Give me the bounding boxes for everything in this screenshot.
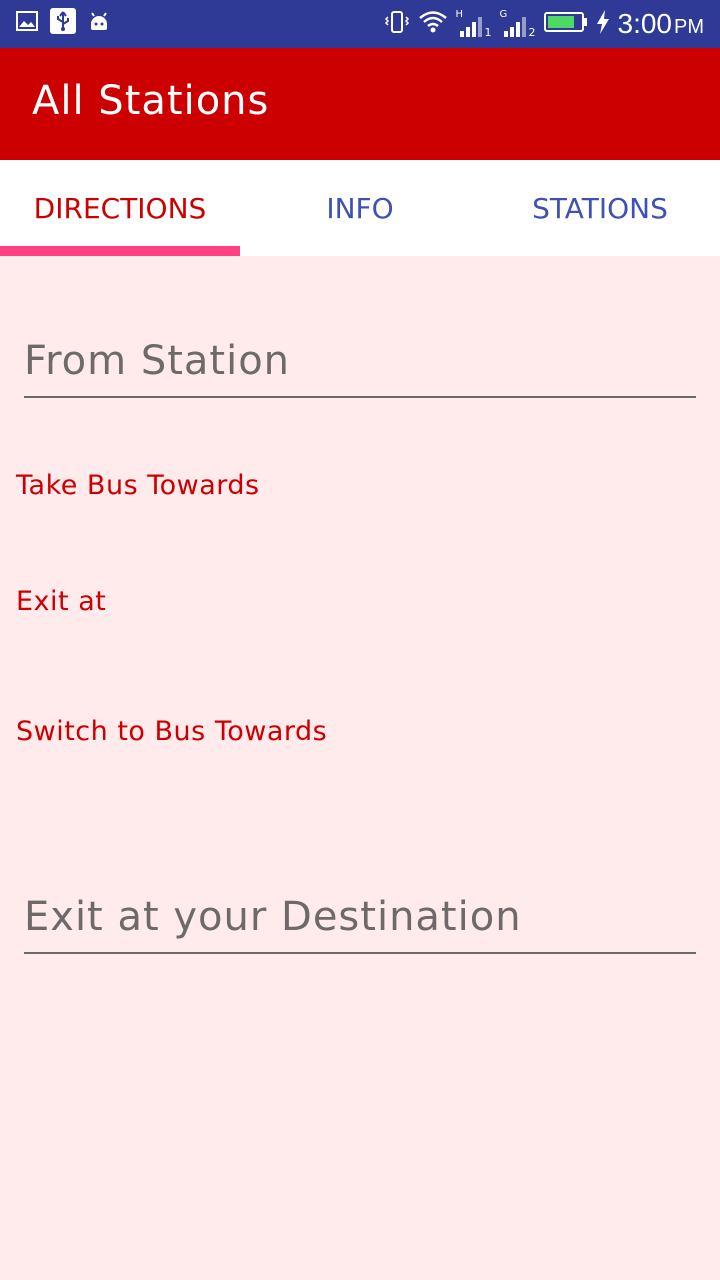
vibrate-icon	[384, 9, 410, 39]
take-bus-label: Take Bus Towards	[16, 470, 260, 501]
signal-1-icon: H 1	[455, 9, 492, 39]
page-title: All Stations	[32, 78, 270, 124]
destination-field[interactable]	[24, 882, 696, 954]
tab-indicator	[0, 246, 240, 256]
from-station-field[interactable]	[24, 326, 696, 398]
tab-bar: DIRECTIONS INFO STATIONS	[0, 160, 720, 256]
switch-bus-label: Switch to Bus Towards	[16, 716, 328, 747]
charging-icon	[596, 9, 610, 39]
android-icon	[86, 8, 112, 34]
app-bar: All Stations	[0, 48, 720, 160]
from-station-input[interactable]	[24, 326, 696, 396]
tab-stations[interactable]: STATIONS	[480, 160, 720, 256]
signal-2-icon: G 2	[499, 9, 536, 39]
image-icon	[14, 8, 40, 34]
exit-at-label: Exit at	[16, 586, 107, 617]
status-bar: H 1 G 2 3:00 PM	[0, 0, 720, 48]
destination-input[interactable]	[24, 882, 696, 952]
tab-directions[interactable]: DIRECTIONS	[0, 160, 240, 256]
battery-icon	[543, 11, 588, 37]
clock: 3:00 PM	[617, 8, 705, 39]
wifi-icon	[418, 9, 448, 39]
usb-icon	[50, 8, 76, 34]
tab-info[interactable]: INFO	[240, 160, 480, 256]
